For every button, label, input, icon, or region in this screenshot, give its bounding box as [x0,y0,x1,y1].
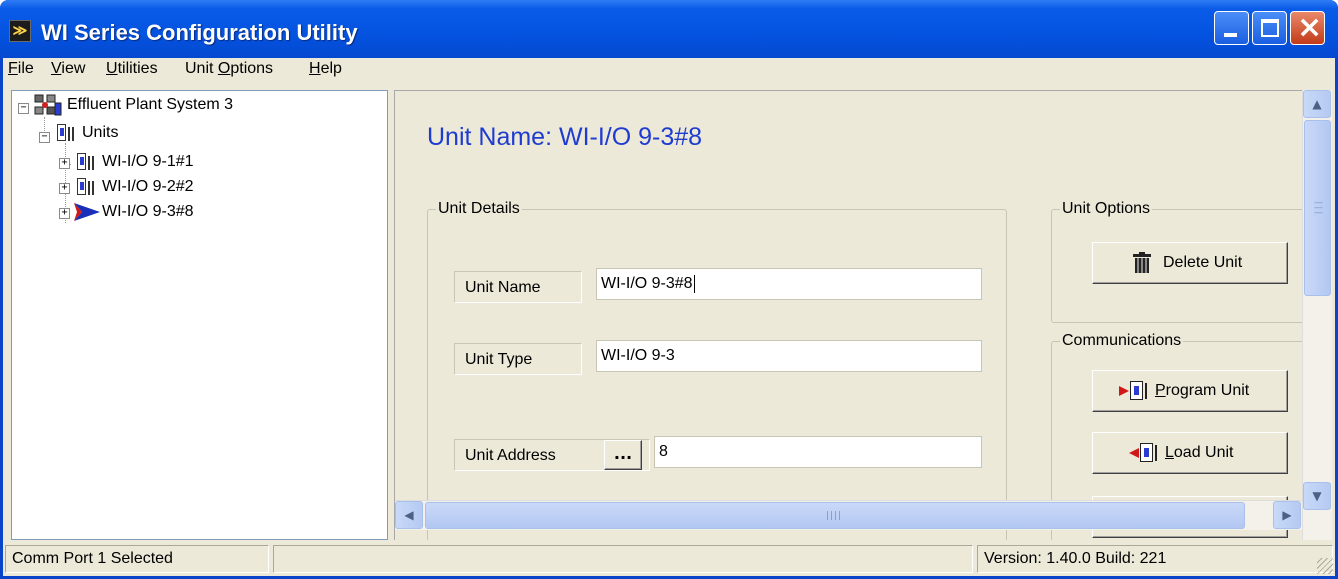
unit-icon [76,177,98,197]
scroll-down-button[interactable]: ▼ [1303,482,1331,510]
status-version: Version: 1.40.0 Build: 221 [977,545,1333,573]
unit-icon [76,152,98,172]
vertical-scroll-thumb[interactable]: — — — [1304,120,1331,296]
delete-unit-label: Delete Unit [1163,254,1243,271]
communications-label: Communications [1060,332,1184,350]
unit-options-label: Unit Options [1060,200,1153,218]
status-bar: Comm Port 1 Selected Version: 1.40.0 Bui… [3,540,1335,576]
close-icon: × [1297,10,1323,45]
horizontal-scrollbar[interactable]: ◀ |||| ▶ [395,500,1302,530]
application-window: ≫ WI Series Configuration Utility × File… [0,0,1338,579]
unit-name-label: Unit Name [454,271,582,303]
menu-bar: File View Utilities Unit Options Help [3,58,1335,86]
status-comm-port: Comm Port 1 Selected [5,545,269,573]
collapse-toggle-root[interactable]: − [18,103,29,114]
tree-unit-item[interactable]: WI-I/O 9-1#1 [102,153,194,171]
unit-name-value: WI-I/O 9-3#8 [601,275,693,292]
scroll-left-button[interactable]: ◀ [395,501,423,529]
maximize-button[interactable] [1252,11,1287,45]
menu-view[interactable]: View [51,60,85,78]
program-unit-label: Program Unit [1155,382,1250,399]
collapse-toggle-units[interactable]: − [39,132,50,143]
close-button[interactable]: × [1290,10,1325,45]
title-bar[interactable]: ≫ WI Series Configuration Utility × [0,0,1338,58]
maximize-icon [1261,19,1279,37]
resize-grip[interactable] [1317,558,1333,574]
load-unit-label: Load Unit [1165,444,1234,461]
system-network-icon [34,94,62,116]
expand-toggle-unit-3[interactable]: + [59,208,70,219]
menu-utilities[interactable]: Utilities [106,60,158,78]
program-unit-button[interactable]: Program Unit [1092,370,1288,412]
expand-toggle-unit-2[interactable]: + [59,183,70,194]
app-icon[interactable]: ≫ [9,20,31,42]
horizontal-scroll-thumb[interactable]: |||| [425,502,1245,529]
window-title: WI Series Configuration Utility [41,20,358,45]
unit-type-field: WI-I/O 9-3 [596,340,982,372]
minimize-icon [1224,33,1237,37]
unit-name-field[interactable]: WI-I/O 9-3#8 [596,268,982,300]
unit-details-label: Unit Details [436,200,522,218]
menu-help[interactable]: Help [309,60,342,78]
tree-root-label[interactable]: Effluent Plant System 3 [67,96,233,114]
unit-address-browse-button[interactable]: ... [604,440,642,470]
expand-toggle-unit-1[interactable]: + [59,158,70,169]
unit-detail-pane: Unit Name: WI-I/O 9-3#8 Unit Details Uni… [394,90,1332,540]
unit-address-field[interactable]: 8 [654,436,982,468]
menu-unit-options[interactable]: Unit Options [185,60,273,78]
delete-unit-button[interactable]: Delete Unit [1092,242,1288,284]
selected-unit-arrow-icon [74,203,100,221]
unit-type-label: Unit Type [454,343,582,375]
tree-unit-item[interactable]: WI-I/O 9-2#2 [102,178,194,196]
tree-unit-item-selected[interactable]: WI-I/O 9-3#8 [102,203,194,221]
scroll-up-button[interactable]: ▲ [1303,90,1331,118]
unit-details-group: Unit Details Unit Name WI-I/O 9-3#8 Unit… [427,200,1007,540]
load-unit-icon [1129,442,1159,464]
minimize-button[interactable] [1214,11,1249,45]
vertical-scrollbar[interactable]: ▲ — — — ▼ [1302,90,1332,540]
unit-name-heading: Unit Name: WI-I/O 9-3#8 [427,123,703,151]
program-unit-icon [1119,380,1149,402]
menu-file[interactable]: File [8,60,34,78]
unit-tree[interactable]: − Effluent Plant System 3 − Units + WI-I… [11,90,388,540]
scroll-right-button[interactable]: ▶ [1273,501,1301,529]
trash-icon [1133,252,1151,274]
tree-units-label[interactable]: Units [82,124,118,142]
client-area: File View Utilities Unit Options Help − … [3,58,1335,576]
unit-options-group: Unit Options Delete Unit [1051,200,1311,323]
units-folder-icon [56,123,78,143]
load-unit-button[interactable]: Load Unit [1092,432,1288,474]
status-middle [273,545,973,573]
